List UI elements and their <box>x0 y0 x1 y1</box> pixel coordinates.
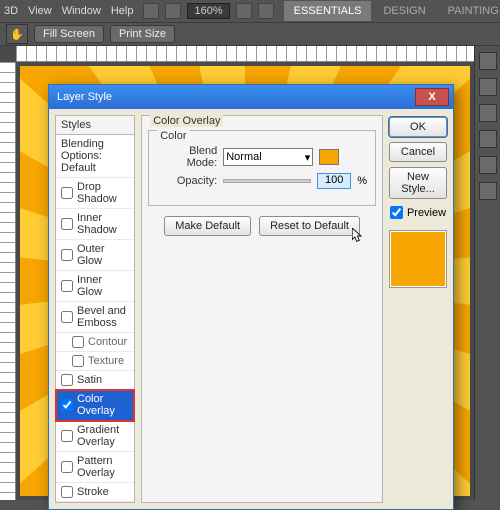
effect-checkbox[interactable] <box>61 280 73 292</box>
reset-default-button[interactable]: Reset to Default <box>259 216 360 236</box>
effect-checkbox[interactable] <box>72 355 84 367</box>
effect-checkbox[interactable] <box>72 336 84 348</box>
color-panel-icon[interactable] <box>479 52 497 70</box>
effect-label: Gradient Overlay <box>77 424 129 448</box>
effect-inner-shadow[interactable]: Inner Shadow <box>56 209 134 240</box>
dialog-action-column: OK Cancel New Style... Preview <box>389 115 447 503</box>
effect-checkbox[interactable] <box>61 374 73 386</box>
effect-checkbox[interactable] <box>61 399 73 411</box>
color-group-label: Color <box>157 130 189 142</box>
hand-tool-icon[interactable] <box>236 3 252 19</box>
options-bar: ✋ Fill Screen Print Size <box>0 22 500 46</box>
effect-outer-glow[interactable]: Outer Glow <box>56 240 134 271</box>
effect-checkbox[interactable] <box>61 187 73 199</box>
fill-screen-button[interactable]: Fill Screen <box>34 25 104 43</box>
effect-checkbox[interactable] <box>61 218 73 230</box>
workspace-design[interactable]: DESIGN <box>373 1 435 21</box>
effect-checkbox[interactable] <box>61 311 73 323</box>
effect-satin[interactable]: Satin <box>56 371 134 390</box>
effect-label: Drop Shadow <box>77 181 129 205</box>
blending-options-item[interactable]: Blending Options: Default <box>56 135 134 178</box>
preview-swatch <box>389 230 447 288</box>
effect-contour[interactable]: Contour <box>56 333 134 352</box>
screen-mode-icon[interactable] <box>165 3 181 19</box>
layout-icon[interactable] <box>143 3 159 19</box>
effect-label: Stroke <box>77 486 109 498</box>
opacity-label: Opacity: <box>157 175 217 187</box>
effect-label: Color Overlay <box>77 393 129 417</box>
preview-checkbox[interactable] <box>390 206 403 219</box>
effect-checkbox[interactable] <box>61 430 73 442</box>
ruler-horizontal[interactable] <box>16 46 474 62</box>
styles-header[interactable]: Styles <box>56 116 134 135</box>
workspace-essentials[interactable]: ESSENTIALS <box>284 1 372 21</box>
workspace-switcher: ESSENTIALS DESIGN PAINTING <box>284 1 500 21</box>
make-default-button[interactable]: Make Default <box>164 216 251 236</box>
effect-label: Contour <box>88 336 127 348</box>
history-panel-icon[interactable] <box>479 156 497 174</box>
effect-checkbox[interactable] <box>61 486 73 498</box>
preview-toggle[interactable]: Preview <box>389 204 447 221</box>
layer-style-dialog: Layer Style X Styles Blending Options: D… <box>48 84 454 510</box>
effect-inner-glow[interactable]: Inner Glow <box>56 271 134 302</box>
effect-label: Bevel and Emboss <box>77 305 129 329</box>
menu-tool-icons: 160% <box>143 3 273 19</box>
new-style-button[interactable]: New Style... <box>389 167 447 199</box>
effect-drop-shadow[interactable]: Drop Shadow <box>56 178 134 209</box>
menu-item-help[interactable]: Help <box>111 5 134 17</box>
effect-settings-panel: Color Overlay Color Blend Mode: Normal▾ … <box>141 115 383 503</box>
effect-pattern-overlay[interactable]: Pattern Overlay <box>56 452 134 483</box>
menu-item-window[interactable]: Window <box>62 5 101 17</box>
menu-bar: 3D View Window Help 160% ESSENTIALS DESI… <box>0 0 500 22</box>
effect-label: Outer Glow <box>77 243 129 267</box>
effect-gradient-overlay[interactable]: Gradient Overlay <box>56 421 134 452</box>
swatches-panel-icon[interactable] <box>479 78 497 96</box>
opacity-slider[interactable] <box>223 179 311 183</box>
blendmode-label: Blend Mode: <box>157 145 217 169</box>
layers-panel-icon[interactable] <box>479 182 497 200</box>
adjustments-panel-icon[interactable] <box>479 104 497 122</box>
cancel-button[interactable]: Cancel <box>389 142 447 162</box>
effect-label: Texture <box>88 355 124 367</box>
right-panel-dock <box>474 46 500 500</box>
panel-title: Color Overlay <box>150 115 223 127</box>
overlay-color-swatch[interactable] <box>319 149 339 165</box>
effect-label: Inner Shadow <box>77 212 129 236</box>
chevron-down-icon: ▾ <box>305 151 311 164</box>
effect-label: Pattern Overlay <box>77 455 129 479</box>
dialog-title: Layer Style <box>57 91 415 103</box>
zoom-tool-icon[interactable] <box>258 3 274 19</box>
effect-stroke[interactable]: Stroke <box>56 483 134 502</box>
effect-texture[interactable]: Texture <box>56 352 134 371</box>
effect-checkbox[interactable] <box>61 249 73 261</box>
opacity-unit: % <box>357 175 367 187</box>
workspace-painting[interactable]: PAINTING <box>438 1 500 21</box>
menu-item-3d[interactable]: 3D <box>4 5 18 17</box>
print-size-button[interactable]: Print Size <box>110 25 175 43</box>
effect-color-overlay[interactable]: Color Overlay <box>56 390 134 421</box>
color-group: Color Blend Mode: Normal▾ Opacity: 100 % <box>148 130 376 206</box>
current-tool-icon[interactable]: ✋ <box>6 24 28 44</box>
character-panel-icon[interactable] <box>479 130 497 148</box>
effect-label: Satin <box>77 374 102 386</box>
effect-bevel-and-emboss[interactable]: Bevel and Emboss <box>56 302 134 333</box>
zoom-level[interactable]: 160% <box>187 3 229 19</box>
dialog-titlebar[interactable]: Layer Style X <box>49 85 453 109</box>
opacity-value[interactable]: 100 <box>317 173 351 189</box>
ruler-vertical[interactable] <box>0 62 16 500</box>
blendmode-select[interactable]: Normal▾ <box>223 148 313 166</box>
close-button[interactable]: X <box>415 88 449 106</box>
effect-checkbox[interactable] <box>61 461 73 473</box>
effect-label: Inner Glow <box>77 274 129 298</box>
ok-button[interactable]: OK <box>389 117 447 137</box>
menu-item-view[interactable]: View <box>28 5 52 17</box>
styles-list: Styles Blending Options: Default Drop Sh… <box>55 115 135 503</box>
